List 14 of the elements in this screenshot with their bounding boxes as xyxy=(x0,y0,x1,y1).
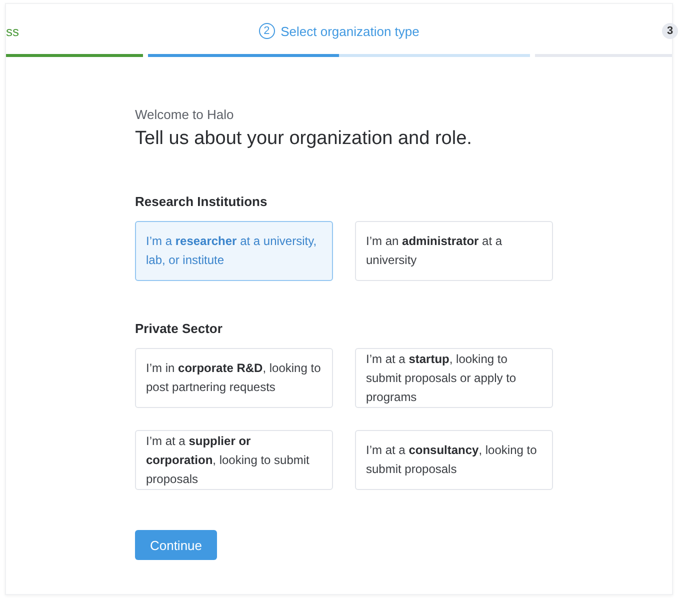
step-label: ss xyxy=(6,24,19,38)
step-number: 2 xyxy=(258,23,275,39)
organization-option[interactable]: I’m in corporate R&D, looking to post partnering requests xyxy=(135,348,333,408)
organization-option[interactable]: I’m at a consultancy, looking to submit proposals xyxy=(355,430,553,490)
page-title: Tell us about your organization and role. xyxy=(135,128,473,150)
organization-option[interactable]: I’m an administrator at a university xyxy=(355,221,553,281)
organization-option[interactable]: I’m a researcher at a university, lab, or institute xyxy=(135,221,333,281)
organization-option[interactable]: I’m at a supplier or corporation, looking to submit proposals xyxy=(135,430,333,490)
welcome-text: Welcome to Halo xyxy=(135,107,235,122)
step-number: 3 xyxy=(662,23,678,39)
organization-option[interactable]: I’m at a startup, looking to submit proposals or apply to programs xyxy=(355,348,553,408)
section-heading: Private Sector xyxy=(135,321,224,336)
step-label: Select organization type xyxy=(280,24,420,38)
section-heading: Research Institutions xyxy=(135,194,268,209)
